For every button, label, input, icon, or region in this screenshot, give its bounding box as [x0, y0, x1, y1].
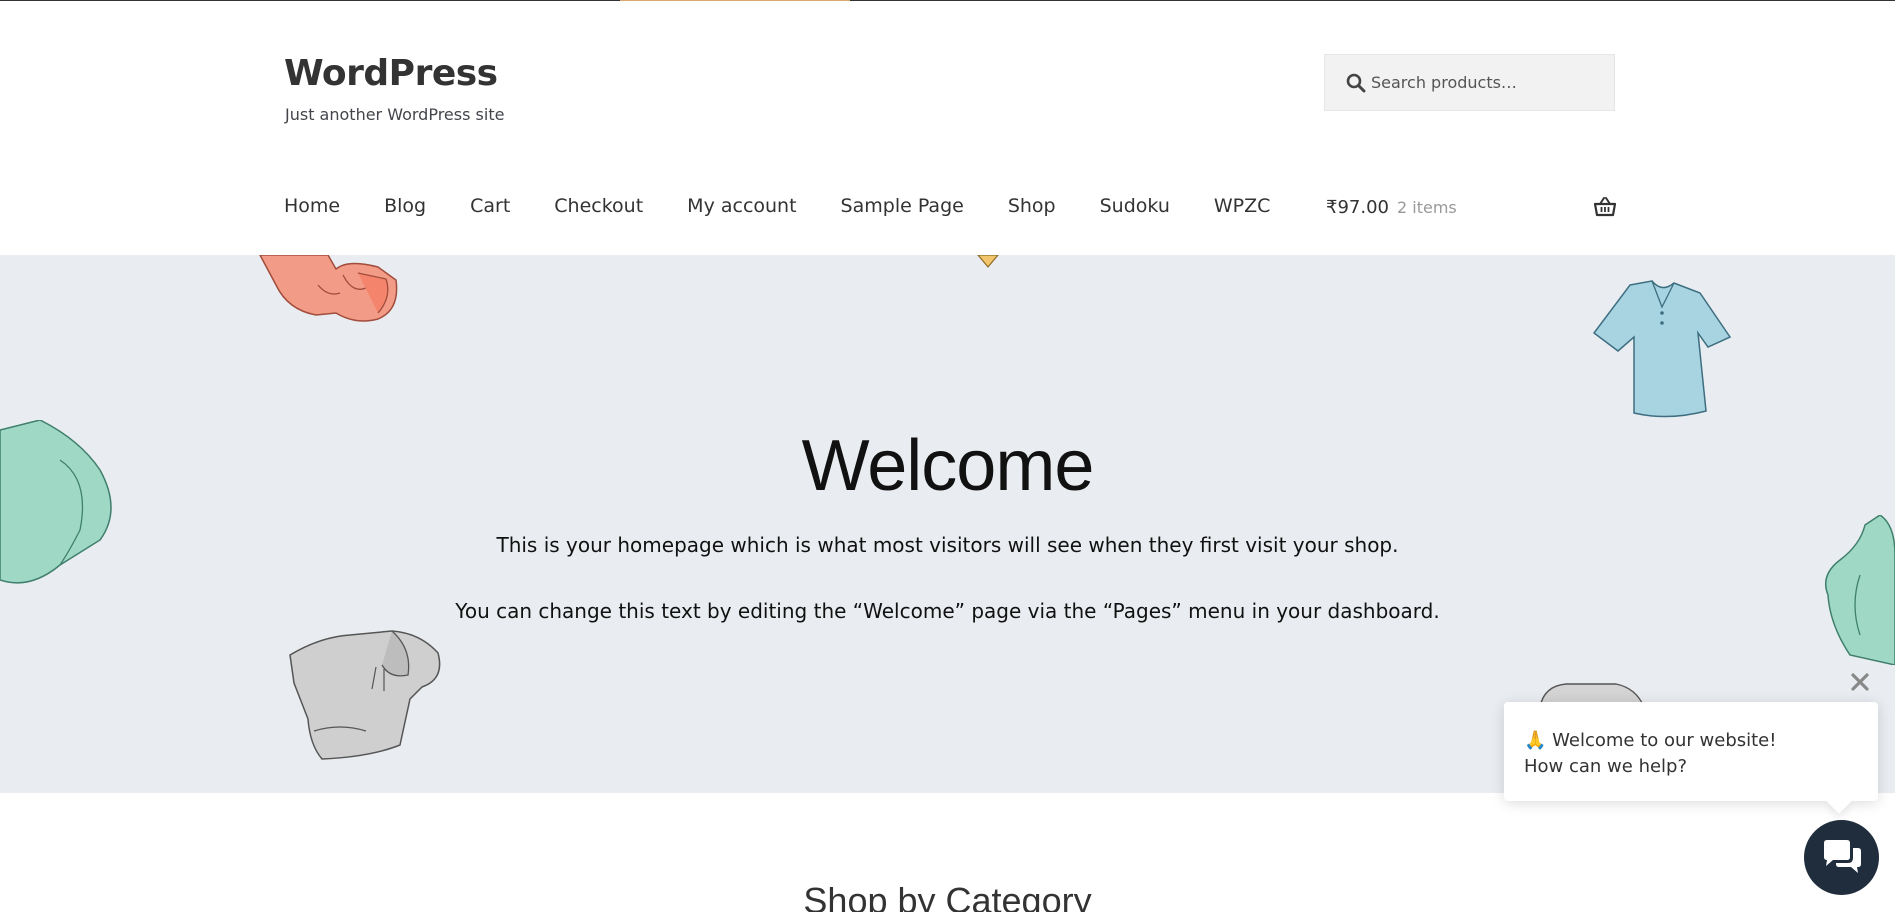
- nav-item-shop[interactable]: Shop: [1008, 195, 1056, 221]
- nav-item-sudoku[interactable]: Sudoku: [1100, 195, 1170, 221]
- cart-count: 2 items: [1396, 198, 1457, 217]
- nav-item-cart[interactable]: Cart: [470, 195, 510, 221]
- site-header: WordPress Just another WordPress site Ho…: [0, 1, 1895, 255]
- chat-greeting-bubble[interactable]: 🙏 Welcome to our website! How can we hel…: [1504, 702, 1878, 814]
- shop-by-category-heading: Shop by Category: [803, 880, 1092, 912]
- chat-bubble-pointer: [1826, 788, 1852, 814]
- blue-polo-shirt-image: [1592, 280, 1732, 418]
- header-cart[interactable]: ₹97.00 2 items: [1326, 197, 1616, 223]
- chat-greeting: 🙏 Welcome to our website!: [1524, 730, 1777, 751]
- search-input[interactable]: [1371, 55, 1606, 110]
- nav-item-home[interactable]: Home: [284, 195, 340, 221]
- hero-edit-hint-text: You can change this text by editing the …: [455, 599, 1440, 623]
- hero-title: Welcome: [801, 426, 1095, 506]
- product-search[interactable]: [1324, 54, 1615, 111]
- hero-intro-text: This is your homepage which is what most…: [496, 533, 1399, 557]
- nav-item-wpzc[interactable]: WPZC: [1214, 195, 1271, 221]
- chat-bubbles-icon: [1824, 840, 1861, 873]
- grey-hoodie-image: [289, 630, 441, 760]
- search-icon: [1346, 73, 1366, 93]
- nav-item-blog[interactable]: Blog: [384, 195, 426, 221]
- nav-item-my-account[interactable]: My account: [687, 195, 796, 221]
- nav-item-sample-page[interactable]: Sample Page: [841, 195, 964, 221]
- coral-hoodie-image: [259, 255, 398, 322]
- site-tagline: Just another WordPress site: [285, 105, 505, 124]
- chat-close-icon[interactable]: [1848, 670, 1872, 694]
- yellow-garment-tip-image: [977, 255, 999, 268]
- primary-navigation: Home Blog Cart Checkout My account Sampl…: [284, 195, 1314, 221]
- chat-launcher-button[interactable]: [1804, 820, 1879, 895]
- cart-amount: ₹97.00: [1326, 197, 1389, 218]
- nav-item-checkout[interactable]: Checkout: [554, 195, 643, 221]
- basket-icon: [1594, 197, 1616, 217]
- site-title[interactable]: WordPress: [284, 53, 498, 94]
- chat-question: How can we help?: [1524, 756, 1688, 777]
